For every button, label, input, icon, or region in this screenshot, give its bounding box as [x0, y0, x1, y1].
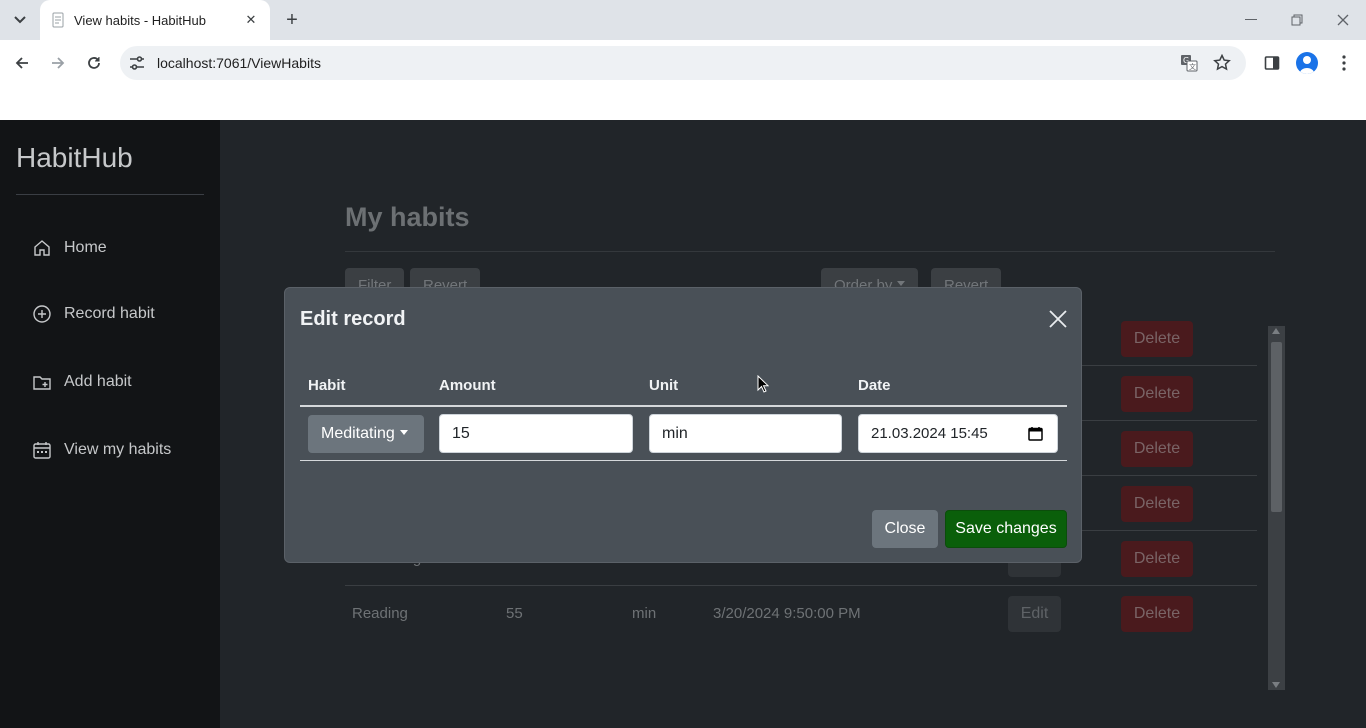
habit-column-header: Habit	[308, 377, 346, 394]
unit-input-value: min	[662, 424, 688, 442]
amount-cell: 55	[506, 605, 523, 622]
date-input[interactable]: 21.03.2024 15:45	[858, 414, 1058, 453]
habit-cell: Reading	[352, 605, 408, 622]
forward-arrow-icon[interactable]	[45, 50, 71, 76]
scroll-up-arrow-icon[interactable]	[1272, 328, 1280, 334]
table-scrollbar[interactable]	[1268, 326, 1285, 690]
page-favicon-icon	[52, 12, 64, 28]
habit-select-value: Meditating	[321, 425, 395, 442]
modal-table-bottom-divider	[300, 460, 1067, 461]
plus-circle-icon	[33, 305, 51, 323]
mouse-cursor-icon	[757, 375, 769, 393]
reload-icon[interactable]	[81, 50, 107, 76]
new-tab-plus-icon[interactable]: +	[280, 8, 304, 32]
browser-menu-icon[interactable]	[1331, 50, 1357, 76]
unit-column-header: Unit	[649, 377, 679, 394]
modal-title: Edit record	[300, 308, 406, 330]
svg-text:文: 文	[1189, 62, 1196, 71]
scroll-thumb[interactable]	[1271, 342, 1282, 512]
amount-column-header: Amount	[439, 377, 496, 394]
sidebar-item-home[interactable]: Home	[32, 234, 212, 262]
brand-logo-text[interactable]: HabitHub	[16, 142, 133, 174]
table-row: Reading 55 min 3/20/2024 9:50:00 PM Edit…	[345, 586, 1257, 641]
sidebar-item-label: Add habit	[64, 373, 132, 390]
bookmark-bar	[0, 86, 1366, 120]
browser-toolbar: localhost:7061/ViewHabits G文	[0, 40, 1366, 86]
delete-button[interactable]: Delete	[1121, 431, 1193, 467]
delete-button[interactable]: Delete	[1121, 596, 1193, 632]
habit-select-dropdown[interactable]: Meditating	[308, 415, 424, 453]
date-input-value: 21.03.2024 15:45	[871, 425, 988, 442]
tab-search-chevron-icon[interactable]	[6, 6, 34, 34]
sidebar-divider	[16, 194, 204, 195]
sidebar-item-add-habit[interactable]: Add habit	[32, 368, 212, 396]
edit-button[interactable]: Edit	[1008, 596, 1061, 632]
amount-input[interactable]: 15	[439, 414, 633, 453]
sidebar-item-view-habits[interactable]: View my habits	[32, 436, 212, 464]
bookmark-star-icon[interactable]	[1212, 53, 1232, 73]
sidebar: HabitHub Home Record habit Add habit Vie…	[0, 120, 220, 728]
close-button[interactable]: Close	[872, 510, 938, 548]
amount-input-value: 15	[452, 424, 470, 442]
browser-tab-active[interactable]: View habits - HabitHub ✕	[40, 0, 270, 40]
delete-button[interactable]: Delete	[1121, 486, 1193, 522]
sidebar-item-record-habit[interactable]: Record habit	[32, 300, 212, 328]
sidebar-item-label: Home	[64, 239, 107, 256]
minimize-icon[interactable]	[1237, 8, 1265, 32]
calendar-picker-icon[interactable]	[1028, 426, 1043, 441]
url-text: localhost:7061/ViewHabits	[157, 55, 321, 71]
page-title: My habits	[345, 202, 470, 232]
title-divider	[345, 251, 1275, 252]
save-changes-button[interactable]: Save changes	[945, 510, 1067, 548]
tab-title: View habits - HabitHub	[74, 12, 206, 28]
profile-avatar-icon[interactable]	[1296, 52, 1318, 74]
sidebar-item-label: Record habit	[64, 305, 155, 322]
modal-close-icon[interactable]	[1047, 308, 1069, 330]
delete-button[interactable]: Delete	[1121, 376, 1193, 412]
caret-down-icon	[399, 429, 408, 435]
side-panel-icon[interactable]	[1259, 50, 1285, 76]
calendar-icon	[33, 442, 51, 459]
scroll-down-arrow-icon[interactable]	[1272, 682, 1280, 688]
restore-icon[interactable]	[1283, 8, 1311, 32]
date-cell: 3/20/2024 9:50:00 PM	[713, 605, 861, 622]
tab-close-icon[interactable]: ✕	[242, 12, 260, 28]
unit-input[interactable]: min	[649, 414, 842, 453]
delete-button[interactable]: Delete	[1121, 541, 1193, 577]
sidebar-item-label: View my habits	[64, 441, 172, 458]
delete-button[interactable]: Delete	[1121, 321, 1193, 357]
back-arrow-icon[interactable]	[9, 50, 35, 76]
site-info-icon[interactable]	[128, 54, 146, 72]
address-bar[interactable]: localhost:7061/ViewHabits G文	[120, 46, 1246, 80]
unit-cell: min	[632, 605, 657, 622]
folder-plus-icon	[33, 376, 51, 390]
house-icon	[34, 240, 50, 256]
translate-icon[interactable]: G文	[1179, 53, 1199, 73]
window-close-icon[interactable]	[1329, 8, 1357, 32]
date-column-header: Date	[858, 377, 891, 394]
edit-record-modal: Edit record Habit Amount Unit Date Medit…	[284, 287, 1082, 563]
modal-table-header-divider	[300, 405, 1067, 407]
browser-tabstrip: View habits - HabitHub ✕ +	[0, 0, 1366, 40]
